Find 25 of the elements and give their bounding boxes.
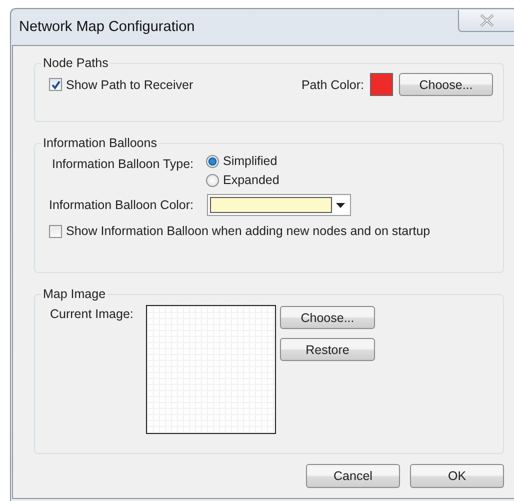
dialog-button[interactable]: Cancel xyxy=(306,464,400,488)
dialog-button[interactable]: OK xyxy=(410,464,504,488)
balloon-color-label: Information Balloon Color: xyxy=(49,198,195,212)
radio-option[interactable]: Simplified xyxy=(206,154,280,168)
balloon-type-label: Information Balloon Type: xyxy=(52,156,195,173)
image-button[interactable]: Restore xyxy=(280,338,375,361)
radio-button[interactable] xyxy=(206,154,219,168)
image-button[interactable]: Choose... xyxy=(280,306,375,329)
group-title: Node Paths xyxy=(42,56,110,70)
checkbox-box[interactable] xyxy=(49,224,62,238)
group-title: Map Image xyxy=(42,287,107,301)
radio-label: Simplified xyxy=(223,154,278,168)
path-color-label: Path Color: xyxy=(301,78,364,92)
color-dropdown[interactable] xyxy=(207,194,351,216)
group-title: Information Balloons xyxy=(42,136,158,150)
radio-button[interactable] xyxy=(206,174,219,186)
choose-button[interactable]: Choose... xyxy=(399,73,493,96)
checkbox-box[interactable] xyxy=(49,78,62,91)
radio-label: Expanded xyxy=(223,173,280,187)
radio-option[interactable]: Expanded xyxy=(206,173,280,187)
caret-icon xyxy=(336,202,345,208)
window-title: Network Map Configuration xyxy=(19,19,195,35)
close-button[interactable] xyxy=(458,10,514,32)
close-icon xyxy=(478,14,494,27)
current-image-label: Current Image: xyxy=(49,306,134,321)
